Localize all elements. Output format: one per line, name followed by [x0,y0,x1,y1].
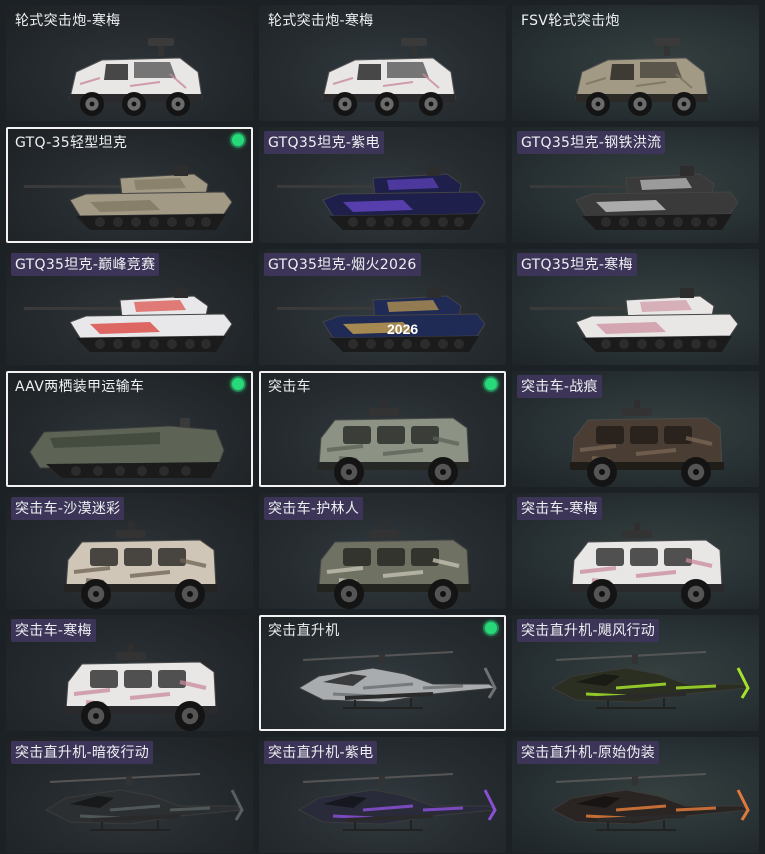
ifv-vehicle-icon [6,27,253,121]
vehicle-tile[interactable]: GTQ-35轻型坦克 [6,127,253,243]
vehicle-tile[interactable]: 突击车-寒梅 [512,493,759,609]
heli-vehicle-icon [512,637,759,731]
heli-vehicle-icon [261,639,504,729]
mrap-vehicle-icon [6,515,253,609]
ifv-vehicle-icon [259,27,506,121]
vehicle-tile[interactable]: 突击直升机-飓风行动 [512,615,759,731]
vehicle-tile[interactable]: 突击车-沙漠迷彩 [6,493,253,609]
vehicle-tile[interactable]: GTQ35坦克-紫电 [259,127,506,243]
mrap-vehicle-icon [259,515,506,609]
vehicle-tile[interactable]: FSV轮式突击炮 [512,5,759,121]
vehicle-tile[interactable]: 突击车-护林人 [259,493,506,609]
svg-text:2026: 2026 [387,321,418,337]
tank-vehicle-icon [512,271,759,365]
vehicle-tile[interactable]: 突击直升机 [259,615,506,731]
vehicle-tile[interactable]: 轮式突击炮-寒梅 [259,5,506,121]
vehicle-tile[interactable]: 突击车-寒梅 [6,615,253,731]
vehicle-tile[interactable]: 突击车 [259,371,506,487]
tank-vehicle-icon [6,271,253,365]
vehicle-tile[interactable]: GTQ35坦克-巅峰竞赛 [6,249,253,365]
vehicle-tile[interactable]: GTQ35坦克-烟火2026 2026 [259,249,506,365]
vehicle-skin-grid: 轮式突击炮-寒梅 轮式突击炮-寒梅 FSV轮式突击炮 GTQ-35轻型坦克 GT… [0,0,765,854]
equipped-status-icon [485,622,497,634]
vehicle-tile[interactable]: 突击直升机-原始伪装 [512,737,759,853]
vehicle-tile[interactable]: 突击车-战痕 [512,371,759,487]
mrap-vehicle-icon [6,637,253,731]
vehicle-tile[interactable]: 突击直升机-紫电 [259,737,506,853]
heli-vehicle-icon [512,759,759,853]
tank-vehicle-icon [8,151,251,241]
vehicle-tile[interactable]: 轮式突击炮-寒梅 [6,5,253,121]
heli-vehicle-icon [6,759,253,853]
tank-vehicle-icon: 2026 [259,271,506,365]
mrap-vehicle-icon [261,395,504,485]
equipped-status-icon [232,378,244,390]
heli-vehicle-icon [259,759,506,853]
equipped-status-icon [485,378,497,390]
equipped-status-icon [232,134,244,146]
vehicle-tile[interactable]: GTQ35坦克-钢铁洪流 [512,127,759,243]
vehicle-tile[interactable]: 突击直升机-暗夜行动 [6,737,253,853]
mrap-vehicle-icon [512,515,759,609]
aav-vehicle-icon [8,395,251,485]
vehicle-tile[interactable]: AAV两栖装甲运输车 [6,371,253,487]
ifv-vehicle-icon [512,27,759,121]
tank-vehicle-icon [259,149,506,243]
tank-vehicle-icon [512,149,759,243]
vehicle-tile[interactable]: GTQ35坦克-寒梅 [512,249,759,365]
mrap-vehicle-icon [512,393,759,487]
